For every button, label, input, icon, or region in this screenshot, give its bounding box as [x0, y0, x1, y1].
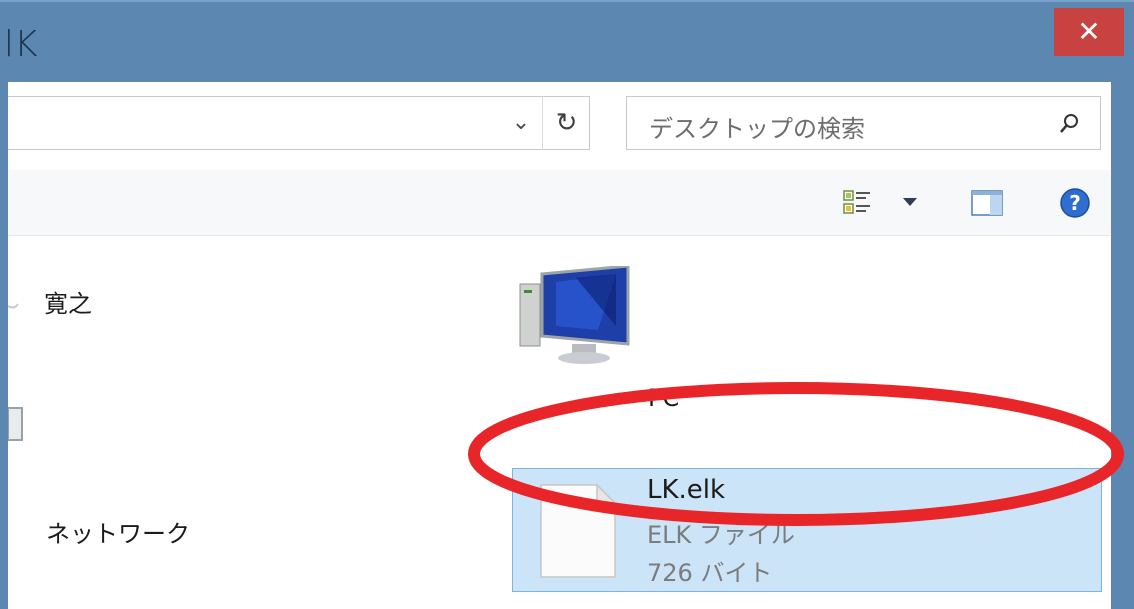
close-button[interactable]: ✕ — [1054, 8, 1124, 56]
dropdown-arrow-icon[interactable] — [900, 194, 920, 210]
pc-icon[interactable] — [516, 266, 634, 366]
toolbar: ? — [8, 170, 1111, 236]
window-right-border — [1111, 82, 1134, 609]
network-icon[interactable] — [8, 406, 26, 446]
file-list: 寛之 PC ネットワーク LK.elk ELK ファイル 726 バイト — [8, 236, 1111, 609]
title-bar[interactable]: lK ✕ — [0, 0, 1134, 82]
address-row: ⌄ ↻ デスクトップの検索 — [8, 82, 1111, 172]
dialog-client-area: ⌄ ↻ デスクトップの検索 ? 寛之 PC ネットワーク LK.elk ELK … — [0, 82, 1111, 609]
file-type: ELK ファイル — [647, 521, 795, 549]
user-folder-icon[interactable] — [8, 286, 22, 316]
window-title: lK — [4, 24, 38, 65]
user-folder-label[interactable]: 寛之 — [44, 284, 92, 319]
help-icon[interactable]: ? — [1058, 186, 1092, 220]
svg-text:?: ? — [1069, 191, 1081, 215]
view-options-icon[interactable] — [842, 188, 872, 218]
selected-file-item[interactable]: LK.elk ELK ファイル 726 バイト — [512, 468, 1102, 592]
file-name: LK.elk — [647, 475, 726, 505]
preview-pane-icon[interactable] — [970, 188, 1004, 218]
network-label[interactable]: ネットワーク — [46, 514, 190, 549]
search-icon[interactable] — [1056, 111, 1082, 137]
address-dropdown-button[interactable]: ⌄ — [500, 96, 542, 150]
file-size: 726 バイト — [647, 559, 773, 587]
refresh-button[interactable]: ↻ — [542, 96, 590, 150]
search-input[interactable]: デスクトップの検索 — [626, 96, 1101, 150]
pc-label[interactable]: PC — [648, 384, 679, 412]
search-placeholder: デスクトップの検索 — [649, 115, 865, 143]
file-icon — [540, 483, 617, 578]
